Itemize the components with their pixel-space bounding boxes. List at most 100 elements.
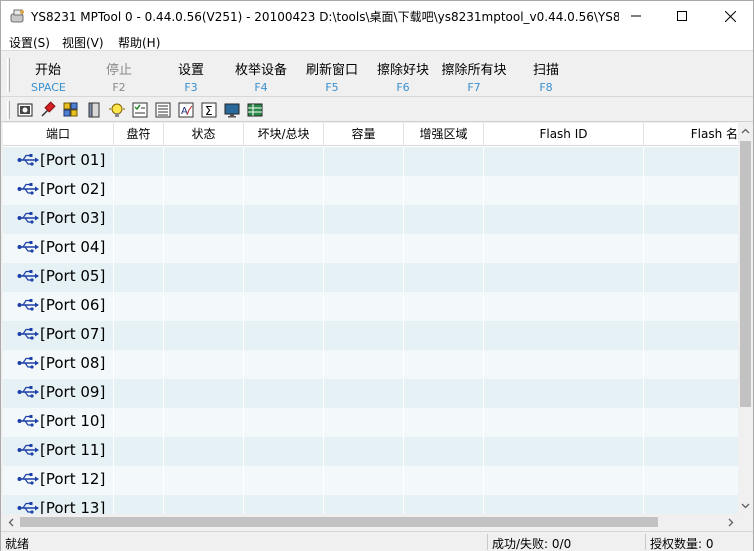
table-cell (114, 495, 164, 514)
table-row[interactable]: [Port 04] (3, 234, 738, 263)
column-header-status[interactable]: 状态 (164, 123, 244, 146)
erase-good-blocks-button[interactable]: 擦除好块 F6 (376, 59, 430, 94)
main-toolbar: 开始 SPACE 停止 F2 设置 F3 枚举设备 F4 刷新窗口 F5 擦除好… (1, 52, 753, 97)
column-header-flash-id[interactable]: Flash ID (484, 123, 644, 146)
stop-button[interactable]: 停止 F2 (104, 59, 134, 94)
table-cell (164, 176, 244, 205)
refresh-label: 刷新窗口 (305, 63, 358, 78)
horizontal-scroll-thumb[interactable] (20, 517, 658, 527)
table-row[interactable]: [Port 11] (3, 437, 738, 466)
menu-view[interactable]: 视图(V) (62, 34, 104, 51)
svg-text:Σ: Σ (205, 104, 213, 118)
chevron-down-icon (741, 503, 750, 509)
chart-icon[interactable]: A (177, 101, 195, 119)
table-row[interactable]: [Port 08] (3, 350, 738, 379)
column-header-drive[interactable]: 盘符 (114, 123, 164, 146)
scroll-up-arrow[interactable] (738, 123, 753, 139)
monitor-icon[interactable] (223, 101, 241, 119)
refresh-key: F5 (325, 81, 339, 94)
port-label: [Port 02] (40, 180, 106, 198)
table-cell (114, 234, 164, 263)
column-header-bad-blocks[interactable]: 坏块/总块 (244, 123, 324, 146)
table-row[interactable]: [Port 03] (3, 205, 738, 234)
port-label: [Port 13] (40, 499, 106, 514)
icon-toolbar-grip[interactable] (7, 101, 10, 119)
table-cell (404, 321, 484, 350)
checklist-icon[interactable] (131, 101, 149, 119)
table-icon[interactable] (246, 101, 264, 119)
refresh-window-button[interactable]: 刷新窗口 F5 (305, 59, 359, 94)
book-icon[interactable] (85, 101, 103, 119)
column-header-port[interactable]: 端口 (3, 123, 114, 146)
usb-icon (17, 415, 39, 427)
erase-all-blocks-button[interactable]: 擦除所有块 F7 (441, 59, 507, 94)
table-row[interactable]: [Port 12] (3, 466, 738, 495)
window-title: YS8231 MPTool 0 - 0.44.0.56(V251) - 2010… (31, 10, 619, 24)
table-cell (404, 466, 484, 495)
scroll-corner (738, 514, 753, 530)
port-label: [Port 06] (40, 296, 106, 314)
enumerate-devices-button[interactable]: 枚举设备 F4 (234, 59, 288, 94)
scan-button[interactable]: 扫描 F8 (531, 59, 561, 94)
usb-icon (17, 241, 39, 253)
scroll-right-arrow[interactable] (723, 514, 738, 530)
table-row[interactable]: [Port 13] (3, 495, 738, 514)
table-row[interactable]: [Port 05] (3, 263, 738, 292)
column-header-enhanced-area[interactable]: 增强区域 (404, 123, 484, 146)
minimize-icon (631, 15, 641, 17)
scroll-down-arrow[interactable] (738, 498, 753, 514)
table-row[interactable]: [Port 06] (3, 292, 738, 321)
port-table: 端口 盘符 状态 坏块/总块 容量 增强区域 Flash ID Flash 名 … (3, 123, 738, 514)
status-success-fail: 成功/失败: 0/0 (492, 537, 572, 551)
start-key: SPACE (31, 81, 66, 94)
port-cell: [Port 10] (17, 412, 105, 430)
maximize-button[interactable] (659, 1, 705, 31)
table-cell (114, 321, 164, 350)
menu-settings[interactable]: 设置(S) (9, 34, 50, 51)
start-button[interactable]: 开始 SPACE (31, 59, 66, 94)
column-header-flash-name[interactable]: Flash 名 (644, 123, 738, 146)
table-cell (244, 350, 324, 379)
table-row[interactable]: [Port 10] (3, 408, 738, 437)
table-cell (324, 263, 404, 292)
settings-button[interactable]: 设置 F3 (176, 59, 206, 94)
pin-icon[interactable] (39, 101, 57, 119)
table-cell (484, 263, 644, 292)
port-label: [Port 03] (40, 209, 106, 227)
port-label: [Port 01] (40, 151, 106, 169)
scroll-left-arrow[interactable] (3, 514, 18, 530)
toolbar-grip[interactable] (7, 58, 10, 92)
table-cell (324, 350, 404, 379)
grid-icon[interactable] (62, 101, 80, 119)
table-cell (324, 147, 404, 176)
table-cell (484, 205, 644, 234)
column-header-capacity[interactable]: 容量 (324, 123, 404, 146)
menu-help[interactable]: 帮助(H) (118, 34, 160, 51)
vertical-scroll-thumb[interactable] (740, 141, 751, 407)
table-cell (324, 495, 404, 514)
minimize-button[interactable] (613, 1, 659, 31)
bulb-icon[interactable] (108, 101, 126, 119)
table-row[interactable]: [Port 09] (3, 379, 738, 408)
close-button[interactable] (707, 1, 753, 31)
erase-all-key: F7 (467, 81, 481, 94)
start-label: 开始 (34, 63, 61, 78)
erase-all-label: 擦除所有块 (441, 63, 507, 78)
svg-text:A: A (181, 106, 188, 117)
table-header: 端口 盘符 状态 坏块/总块 容量 增强区域 Flash ID Flash 名 (3, 123, 738, 146)
usb-icon (17, 357, 39, 369)
table-cell (324, 176, 404, 205)
enumerate-key: F4 (254, 81, 268, 94)
table-row[interactable]: [Port 01] (3, 147, 738, 176)
vertical-scrollbar[interactable] (738, 123, 753, 514)
table-row[interactable]: [Port 02] (3, 176, 738, 205)
table-cell (484, 437, 644, 466)
sigma-icon[interactable]: Σ (200, 101, 218, 119)
table-cell (164, 263, 244, 292)
table-row[interactable]: [Port 07] (3, 321, 738, 350)
scan-label: 扫描 (532, 63, 559, 78)
list-icon[interactable] (154, 101, 172, 119)
table-cell (404, 437, 484, 466)
view-icon[interactable] (16, 101, 34, 119)
horizontal-scrollbar[interactable] (3, 514, 738, 530)
